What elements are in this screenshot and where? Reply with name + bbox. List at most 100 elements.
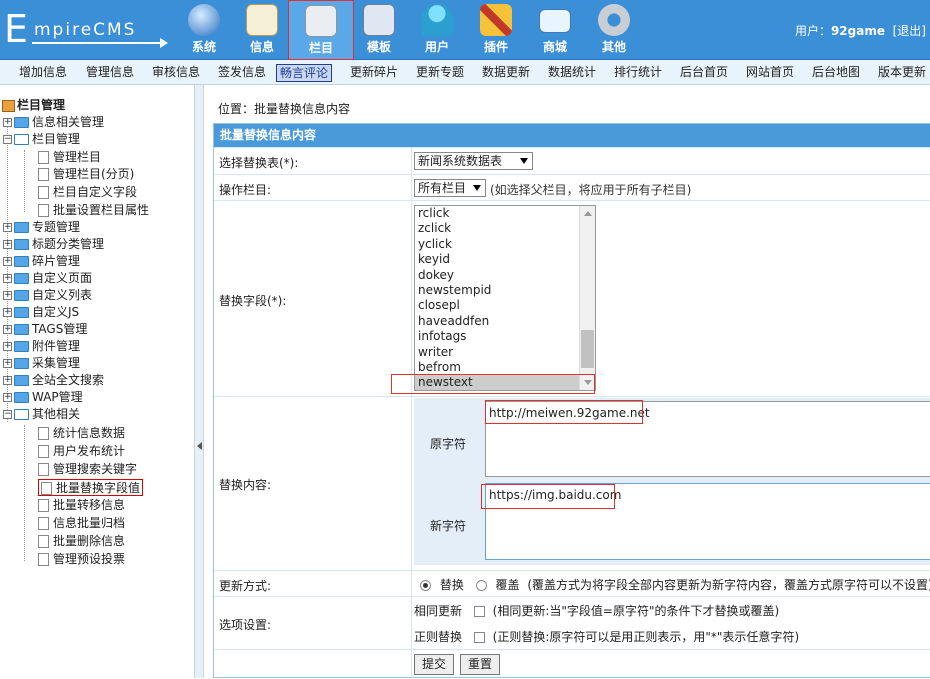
field-listbox[interactable]: rclick zclick yclick keyid dokey newstem… — [414, 205, 596, 391]
table-select[interactable]: 新闻系统数据表 — [414, 152, 533, 170]
nav-other[interactable]: 其他 — [585, 0, 643, 60]
expand-icon[interactable]: + — [3, 257, 12, 266]
field-option[interactable]: closepl — [415, 298, 595, 313]
field-option[interactable]: dokey — [415, 268, 595, 283]
collapse-icon[interactable]: − — [3, 135, 12, 144]
submenu-rank-stats[interactable]: 排行统计 — [611, 64, 665, 82]
reset-button[interactable]: 重置 — [460, 654, 500, 675]
field-option[interactable]: zclick — [415, 221, 595, 236]
column-select[interactable]: 所有栏目 — [414, 179, 486, 197]
submenu-admin-home[interactable]: 后台首页 — [677, 64, 731, 82]
field-option[interactable]: infotags — [415, 329, 595, 344]
table-select-value: 新闻系统数据表 — [418, 154, 503, 168]
sidebar-item-other[interactable]: − 其他相关 — [3, 406, 80, 423]
expand-icon[interactable]: + — [3, 342, 12, 351]
submenu-add-info[interactable]: 增加信息 — [16, 64, 70, 82]
sidebar-item-column-custom-field[interactable]: 栏目自定义字段 — [38, 184, 137, 201]
submenu-changyan-comment[interactable]: 畅言评论 — [276, 64, 333, 82]
expand-icon[interactable]: + — [3, 240, 12, 249]
sidebar-item-column-manage[interactable]: − 栏目管理 — [3, 131, 80, 148]
sidebar-item-topic-manage[interactable]: + 专题管理 — [3, 219, 80, 236]
folder-icon — [14, 307, 29, 318]
field-option[interactable]: writer — [415, 345, 595, 360]
folder-open-icon — [14, 409, 29, 420]
sidebar-item-label: 专题管理 — [32, 220, 81, 234]
logout-link[interactable]: [退出] — [893, 24, 926, 38]
checkbox-regex-replace[interactable] — [473, 632, 485, 643]
submenu-update-data[interactable]: 数据更新 — [479, 64, 533, 82]
checkbox-same-update[interactable] — [473, 606, 485, 617]
sidebar-item-manage-column-paged[interactable]: 管理栏目(分页) — [38, 166, 134, 183]
sidebar-item-stats-data[interactable]: 统计信息数据 — [38, 425, 125, 442]
tree-root[interactable]: 栏目管理 — [2, 96, 65, 113]
sidebar-item-title-class[interactable]: + 标题分类管理 — [3, 236, 104, 253]
nav-template-label: 模板 — [366, 40, 391, 54]
sidebar-item-batch-move-info[interactable]: 批量转移信息 — [38, 497, 125, 514]
nav-plugin[interactable]: 插件 — [467, 0, 525, 60]
opt-same-hint: (相同更新:当"字段值=原字符"的条件下才替换或覆盖) — [492, 604, 780, 618]
submenu-audit-info[interactable]: 审核信息 — [149, 64, 203, 82]
sidebar-item-batch-archive[interactable]: 信息批量归档 — [38, 515, 125, 532]
nav-template[interactable]: 模板 — [350, 0, 408, 60]
sidebar-item-user-publish-stats[interactable]: 用户发布统计 — [38, 443, 125, 460]
nav-user[interactable]: 用户 — [408, 0, 466, 60]
expand-icon[interactable]: + — [3, 376, 12, 385]
nav-shop[interactable]: 商城 — [526, 0, 584, 60]
sidebar-item-batch-replace-field[interactable]: 批量替换字段值 — [38, 479, 144, 496]
expand-icon[interactable]: + — [3, 325, 12, 334]
sidebar-item-manage-column[interactable]: 管理栏目 — [38, 149, 101, 166]
submenu-site-home[interactable]: 网站首页 — [743, 64, 797, 82]
field-option[interactable]: yclick — [415, 237, 595, 252]
field-option[interactable]: keyid — [415, 252, 595, 267]
field-option[interactable]: haveaddfen — [415, 314, 595, 329]
sidebar-item-custom-page[interactable]: + 自定义页面 — [3, 270, 92, 287]
sidebar-item-batch-delete[interactable]: 批量删除信息 — [38, 533, 125, 550]
gear-icon — [598, 4, 630, 36]
submenu-update-fragment[interactable]: 更新碎片 — [347, 64, 401, 82]
sidebar-item-info-related[interactable]: + 信息相关管理 — [3, 114, 104, 131]
field-option[interactable]: befrom — [415, 360, 595, 375]
expand-icon[interactable]: + — [3, 291, 12, 300]
page-icon — [38, 553, 49, 566]
sidebar-item-wap[interactable]: + WAP管理 — [3, 389, 83, 406]
table-label: 选择替换表(*): — [219, 156, 299, 170]
sidebar-item-tags[interactable]: + TAGS管理 — [3, 321, 87, 338]
sidebar-item-collect[interactable]: + 采集管理 — [3, 355, 80, 372]
sidebar-item-batch-column-attr[interactable]: 批量设置栏目属性 — [38, 202, 149, 219]
listbox-scrollbar[interactable] — [579, 206, 595, 390]
expand-icon[interactable]: + — [3, 393, 12, 402]
sidebar-item-custom-list[interactable]: + 自定义列表 — [3, 287, 92, 304]
submenu-manage-info[interactable]: 管理信息 — [83, 64, 137, 82]
sidebar-splitter[interactable] — [194, 85, 204, 678]
sidebar-item-preset-vote[interactable]: 管理预设投票 — [38, 551, 125, 568]
submit-button[interactable]: 提交 — [414, 654, 454, 675]
scroll-up-icon[interactable] — [584, 211, 592, 216]
collapse-icon[interactable]: − — [3, 410, 12, 419]
page-icon — [38, 204, 49, 217]
submenu-admin-map[interactable]: 后台地图 — [809, 64, 863, 82]
scroll-thumb[interactable] — [581, 330, 594, 368]
submenu-sign-info[interactable]: 签发信息 — [215, 64, 269, 82]
sidebar-tree: 栏目管理 + 信息相关管理 − 栏目管理 管理栏目 管理栏目(分页) 栏目自定义字段… — [0, 92, 195, 678]
nav-system[interactable]: 系统 — [175, 0, 233, 60]
sidebar-item-fragment[interactable]: + 碎片管理 — [3, 253, 80, 270]
submenu-version-update[interactable]: 版本更新 — [875, 64, 929, 82]
sidebar-item-fulltext-search[interactable]: + 全站全文搜索 — [3, 372, 104, 389]
field-option[interactable]: rclick — [415, 206, 595, 221]
radio-cover[interactable] — [475, 580, 487, 591]
field-option[interactable]: newstempid — [415, 283, 595, 298]
expand-icon[interactable]: + — [3, 274, 12, 283]
sidebar-item-custom-js[interactable]: + 自定义JS — [3, 304, 79, 321]
submenu-update-topic[interactable]: 更新专题 — [413, 64, 467, 82]
collapse-arrow-icon[interactable] — [197, 442, 202, 450]
submenu-data-stats[interactable]: 数据统计 — [545, 64, 599, 82]
expand-icon[interactable]: + — [3, 359, 12, 368]
sidebar-item-search-keywords[interactable]: 管理搜索关键字 — [38, 461, 137, 478]
expand-icon[interactable]: + — [3, 223, 12, 232]
expand-icon[interactable]: + — [3, 308, 12, 317]
expand-icon[interactable]: + — [3, 118, 12, 127]
nav-column[interactable]: 栏目 — [288, 0, 354, 60]
radio-replace[interactable] — [420, 580, 431, 591]
sidebar-item-attachment[interactable]: + 附件管理 — [3, 338, 80, 355]
nav-info[interactable]: 信息 — [233, 0, 291, 60]
